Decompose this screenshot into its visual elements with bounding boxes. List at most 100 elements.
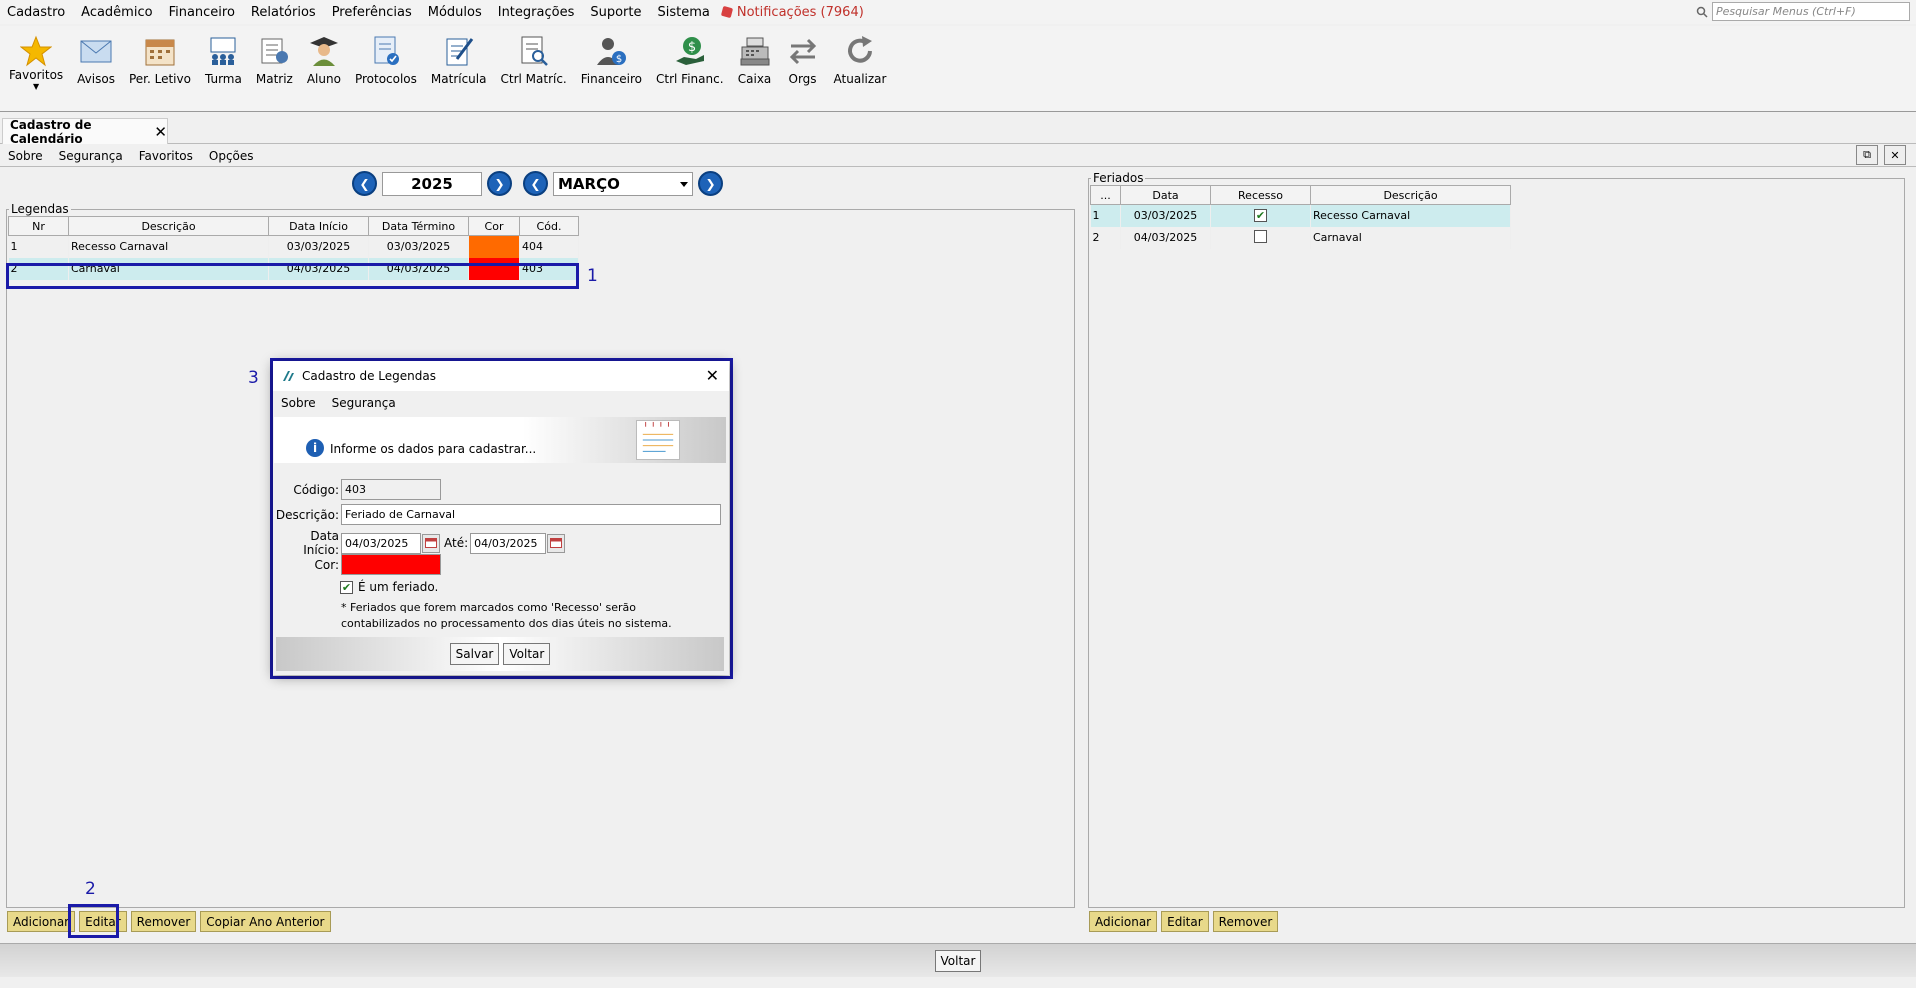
search-input[interactable] (1712, 2, 1910, 21)
toolbar-protocolos[interactable]: Protocolos (348, 26, 424, 86)
toolbar-favoritos-label: Favoritos (9, 68, 64, 82)
dialog-close-icon[interactable]: ✕ (706, 366, 719, 385)
popout-icon[interactable]: ⧉ (1856, 145, 1878, 165)
toolbar-financeiro[interactable]: $ Financeiro (574, 26, 649, 86)
cell-recesso: ✔ (1210, 204, 1311, 227)
dialog-menu-seguranca[interactable]: Segurança (324, 396, 404, 410)
money-hand-icon: $ (673, 34, 707, 68)
remover-button[interactable]: Remover (130, 911, 197, 932)
toolbar-avisos[interactable]: Avisos (70, 26, 122, 86)
col-data-termino[interactable]: Data Término (368, 216, 469, 236)
copiar-ano-anterior-button[interactable]: Copiar Ano Anterior (200, 911, 331, 932)
toolbar-atualizar[interactable]: Atualizar (827, 26, 894, 86)
feriados-remover-button[interactable]: Remover (1212, 911, 1279, 932)
star-icon (19, 34, 53, 68)
toolbar-protocolos-label: Protocolos (354, 72, 417, 86)
month-select[interactable]: MARÇO (553, 171, 693, 196)
col-data[interactable]: Data (1120, 185, 1211, 205)
app-logo-icon (283, 371, 294, 381)
toolbar-ctrl-matric[interactable]: Ctrl Matríc. (493, 26, 573, 86)
cell-nr: 2 (1090, 226, 1121, 249)
search-icon (1696, 6, 1708, 18)
toolbar-aluno[interactable]: Aluno (300, 26, 348, 86)
cor-label: Cor: (314, 557, 340, 572)
calendar-picker-icon[interactable] (422, 533, 440, 553)
codigo-field[interactable]: 403 (341, 479, 441, 500)
feriado-checkbox[interactable]: ✔ (340, 580, 353, 594)
submenu-opcoes[interactable]: Opções (201, 149, 262, 163)
year-field[interactable]: 2025 (382, 171, 482, 196)
menu-cadastro[interactable]: Cadastro (0, 5, 73, 20)
toolbar-avisos-label: Avisos (77, 72, 115, 86)
table-row[interactable]: 1 Recesso Carnaval 03/03/2025 03/03/2025… (8, 235, 579, 258)
feriados-editar-button[interactable]: Editar (1161, 911, 1209, 932)
menu-search (1696, 2, 1910, 21)
next-month-button[interactable]: ❯ (698, 171, 723, 196)
feriados-adicionar-button[interactable]: Adicionar (1089, 911, 1158, 932)
prev-year-button[interactable]: ❮ (352, 171, 377, 196)
screen-submenu: Sobre Segurança Favoritos Opções (0, 146, 262, 166)
codigo-row: Código: 403 (275, 479, 441, 500)
col-cor[interactable]: Cor (468, 216, 520, 236)
dialog-voltar-button[interactable]: Voltar (503, 643, 551, 665)
col-index[interactable]: ... (1090, 185, 1121, 205)
data-inicio-field[interactable]: 04/03/2025 (341, 532, 421, 554)
data-ate-field[interactable]: 04/03/2025 (470, 532, 547, 554)
prev-month-button[interactable]: ❮ (523, 171, 548, 196)
class-group-icon (206, 34, 240, 68)
menu-relatorios[interactable]: Relatórios (243, 5, 324, 20)
table-row[interactable]: 1 03/03/2025 ✔ Recesso Carnaval (1090, 204, 1511, 227)
menu-preferencias[interactable]: Preferências (324, 5, 420, 20)
toolbar-caixa[interactable]: Caixa (731, 26, 779, 86)
feriado-row: ✔ É um feriado. (340, 580, 438, 594)
col-data-inicio[interactable]: Data Início (268, 216, 369, 236)
col-cod[interactable]: Cód. (519, 216, 579, 236)
menu-integracoes[interactable]: Integrações (490, 5, 583, 20)
col-descricao[interactable]: Descrição (1310, 185, 1511, 205)
close-icon[interactable]: ✕ (154, 123, 167, 141)
dialog-footer: Salvar Voltar (276, 637, 724, 671)
toolbar-ctrl-financ[interactable]: $ Ctrl Financ. (649, 26, 731, 86)
close-window-icon[interactable]: ✕ (1884, 145, 1906, 165)
voltar-button[interactable]: Voltar (934, 949, 982, 972)
submenu-sobre[interactable]: Sobre (0, 149, 51, 163)
menu-financeiro[interactable]: Financeiro (161, 5, 243, 20)
edit-document-icon (442, 34, 476, 68)
year-nav: ❮ 2025 ❯ (352, 171, 512, 196)
menu-modulos[interactable]: Módulos (420, 5, 490, 20)
submenu-favoritos[interactable]: Favoritos (131, 149, 201, 163)
cor-picker[interactable] (341, 554, 441, 575)
adicionar-button[interactable]: Adicionar (7, 911, 76, 932)
toolbar-per-letivo[interactable]: Per. Letivo (122, 26, 198, 86)
feriados-buttons: Adicionar Editar Remover (1089, 911, 1279, 932)
menu-sistema[interactable]: Sistema (649, 5, 717, 20)
toolbar-orgs[interactable]: Orgs (779, 26, 827, 86)
tab-cadastro-calendario[interactable]: Cadastro de Calendário ✕ (2, 118, 168, 146)
recesso-checkbox[interactable]: ✔ (1254, 209, 1267, 223)
toolbar-atualizar-label: Atualizar (833, 72, 887, 86)
salvar-button[interactable]: Salvar (449, 643, 500, 665)
col-nr[interactable]: Nr (8, 216, 69, 236)
col-recesso[interactable]: Recesso (1210, 185, 1311, 205)
data-inicio-label: Data Início: (303, 529, 339, 557)
toolbar-turma[interactable]: Turma (198, 26, 249, 86)
calendar-picker-icon[interactable] (547, 533, 566, 553)
toolbar-matricula[interactable]: Matrícula (424, 26, 494, 86)
recesso-checkbox[interactable] (1254, 229, 1267, 243)
descricao-field[interactable]: Feriado de Carnaval (341, 504, 721, 525)
dialog-menu-sobre[interactable]: Sobre (273, 396, 324, 410)
ate-label: Até: (444, 536, 469, 550)
menu-academico[interactable]: Acadêmico (73, 5, 160, 20)
toolbar-favoritos[interactable]: Favoritos ▼ (0, 26, 70, 91)
submenu-seguranca[interactable]: Segurança (51, 149, 131, 163)
notifications-label: Notificações (7964) (736, 4, 864, 20)
col-descricao[interactable]: Descrição (68, 216, 269, 236)
notifications-link[interactable]: Notificações (7964) (720, 4, 864, 20)
cell-descricao: Recesso Carnaval (1310, 204, 1511, 227)
table-row[interactable]: 2 04/03/2025 Carnaval (1090, 226, 1511, 249)
legendas-buttons: Adicionar Editar Remover Copiar Ano Ante… (7, 911, 331, 932)
menu-suporte[interactable]: Suporte (582, 5, 649, 20)
next-year-button[interactable]: ❯ (487, 171, 512, 196)
toolbar-matriz[interactable]: Matriz (249, 26, 300, 86)
cell-descricao: Carnaval (1310, 226, 1511, 249)
